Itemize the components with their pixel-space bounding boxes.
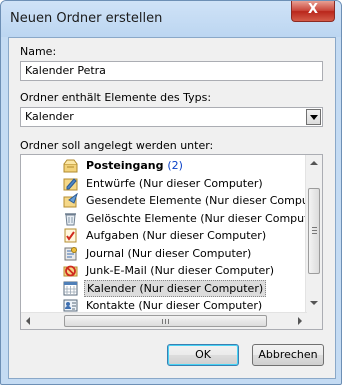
drafts-icon <box>63 176 78 191</box>
type-label: Ordner enthält Elemente des Typs: <box>20 91 212 104</box>
sent-items-icon <box>63 192 78 208</box>
folder-item-label: Kontakte (Nur dieser Computer) <box>86 299 263 312</box>
folder-tree[interactable]: Posteingang (2) Entwürfe (Nur dieser Comp… <box>20 154 323 330</box>
close-button[interactable]: X <box>291 1 335 22</box>
journal-icon <box>63 246 78 261</box>
name-input[interactable]: Kalender Petra <box>20 61 323 81</box>
title-bar[interactable]: Neuen Ordner erstellen X <box>1 1 341 37</box>
horizontal-scroll-thumb[interactable] <box>64 315 267 327</box>
ok-button[interactable]: OK <box>167 344 239 366</box>
type-select[interactable]: Kalender <box>20 107 323 127</box>
name-label: Name: <box>20 45 57 58</box>
vertical-scroll-thumb[interactable] <box>308 188 320 274</box>
type-select-value: Kalender <box>25 110 74 123</box>
scroll-corner <box>306 313 322 329</box>
cancel-button[interactable]: Abbrechen <box>252 344 324 366</box>
tasks-icon <box>63 228 78 243</box>
folder-item-label: Gelöschte Elemente (Nur dieser Computer) <box>86 211 323 225</box>
calendar-icon <box>63 281 78 296</box>
scroll-right-icon[interactable] <box>298 317 302 325</box>
inbox-icon <box>63 158 78 173</box>
dialog-window: Neuen Ordner erstellen X Name: Kalender … <box>0 0 342 385</box>
folder-item-label: Entwürfe (Nur dieser Computer) <box>86 176 263 190</box>
chevron-down-icon <box>310 115 318 120</box>
location-label: Ordner soll angelegt werden unter: <box>20 139 214 152</box>
unread-count: (2) <box>167 159 183 172</box>
scroll-down-icon[interactable] <box>310 301 318 305</box>
folder-item-label: Junk-E-Mail (Nur dieser Computer) <box>86 264 275 277</box>
junk-mail-icon <box>63 263 78 278</box>
folder-item-label: Aufgaben (Nur dieser Computer) <box>86 229 267 242</box>
contacts-icon <box>63 298 78 313</box>
horizontal-scrollbar[interactable] <box>21 312 307 329</box>
window-title: Neuen Ordner erstellen <box>10 11 163 26</box>
scroll-left-icon[interactable] <box>26 317 30 325</box>
folder-item-label: Journal (Nur dieser Computer) <box>86 246 252 260</box>
scroll-up-icon[interactable] <box>310 161 318 165</box>
folder-item-label: Posteingang (2) <box>86 159 183 172</box>
vertical-scrollbar[interactable] <box>305 155 322 313</box>
dropdown-arrow-button[interactable] <box>306 109 321 125</box>
trash-icon <box>63 211 78 226</box>
folder-item-label: Kalender (Nur dieser Computer) <box>84 279 267 297</box>
dialog-body: Name: Kalender Petra Ordner enthält Elem… <box>8 37 336 379</box>
folder-item-label: Gesendete Elemente (Nur dieser Computer) <box>86 194 323 207</box>
